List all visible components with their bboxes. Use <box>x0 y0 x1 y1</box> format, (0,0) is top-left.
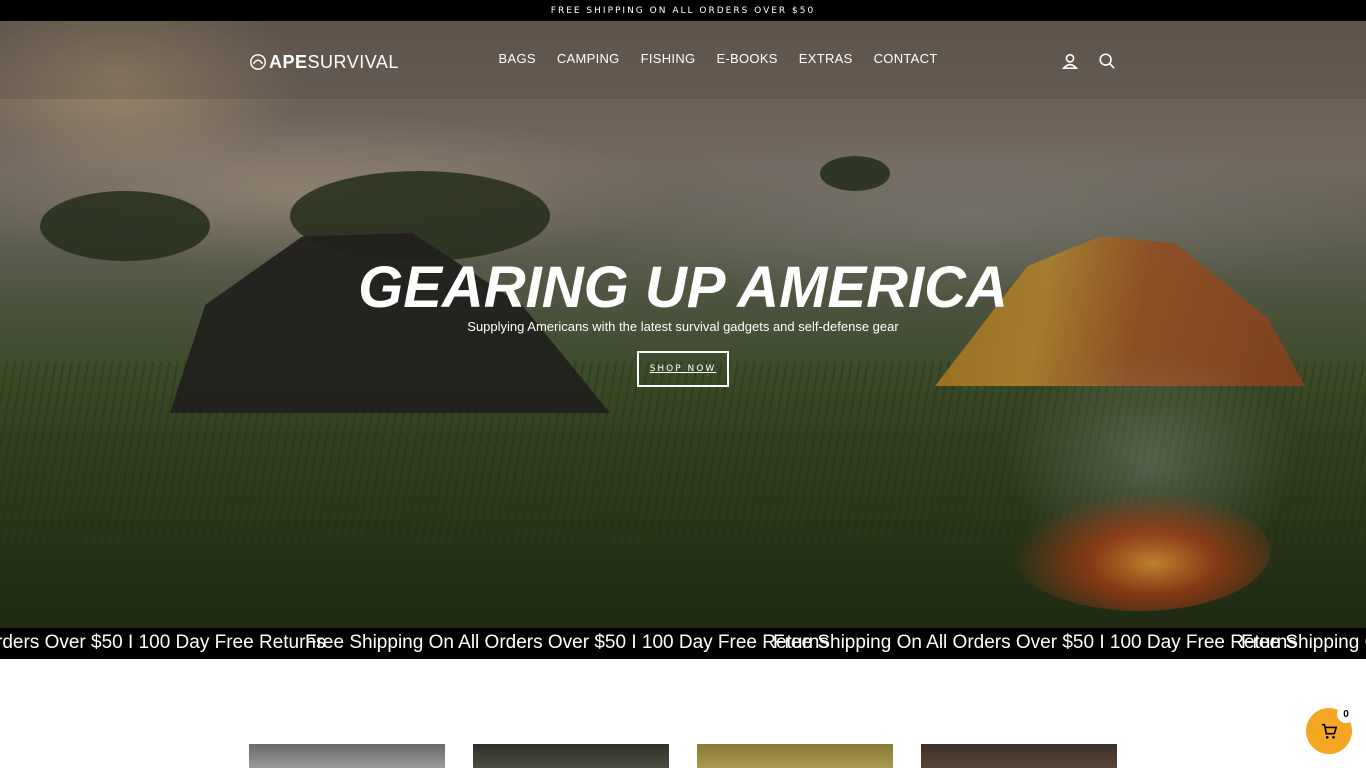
search-icon[interactable] <box>1098 52 1116 70</box>
hero-banner: APESURVIVAL BAGS CAMPING FISHING E-BOOKS… <box>0 21 1366 628</box>
logo-light: SURVIVAL <box>307 51 399 72</box>
announcement-text: FREE SHIPPING ON ALL ORDERS OVER $50 <box>550 5 816 16</box>
ticker-item: rders Over $50 I 100 Day Free Returns <box>0 632 326 653</box>
logo-text: APESURVIVAL <box>269 52 399 73</box>
nav-item-extras[interactable]: EXTRAS <box>799 51 853 66</box>
nav-item-camping[interactable]: CAMPING <box>557 51 620 66</box>
nav-item-fishing[interactable]: FISHING <box>641 51 696 66</box>
hero-title: GEARING UP AMERICA <box>358 255 1008 320</box>
site-logo[interactable]: APESURVIVAL <box>249 49 399 75</box>
promo-ticker: rders Over $50 I 100 Day Free Returns Fr… <box>0 628 1366 659</box>
hero-subtitle: Supplying Americans with the latest surv… <box>467 319 899 334</box>
logo-bold: APE <box>269 51 308 72</box>
announcement-bar: FREE SHIPPING ON ALL ORDERS OVER $50 <box>0 0 1366 21</box>
ticker-item: Free Shipping On <box>1241 632 1366 653</box>
collection-card[interactable] <box>921 744 1117 768</box>
ticker-item: Free Shipping On All Orders Over $50 I 1… <box>773 632 1297 653</box>
nav-item-contact[interactable]: CONTACT <box>874 51 938 66</box>
collection-card[interactable] <box>473 744 669 768</box>
main-header: APESURVIVAL BAGS CAMPING FISHING E-BOOKS… <box>0 21 1366 100</box>
cart-count-badge: 0 <box>1337 705 1355 723</box>
collection-card[interactable] <box>697 744 893 768</box>
account-icon[interactable] <box>1061 52 1079 70</box>
logo-mark-icon <box>250 54 266 70</box>
collection-card[interactable] <box>249 744 445 768</box>
main-nav: BAGS CAMPING FISHING E-BOOKS EXTRAS CONT… <box>488 51 948 66</box>
collection-grid <box>249 744 1117 768</box>
ticker-item: Free Shipping On All Orders Over $50 I 1… <box>305 632 829 653</box>
nav-item-bags[interactable]: BAGS <box>499 51 536 66</box>
nav-item-ebooks[interactable]: E-BOOKS <box>716 51 777 66</box>
shop-now-button[interactable]: SHOP NOW <box>637 351 729 387</box>
cart-icon <box>1321 723 1338 739</box>
